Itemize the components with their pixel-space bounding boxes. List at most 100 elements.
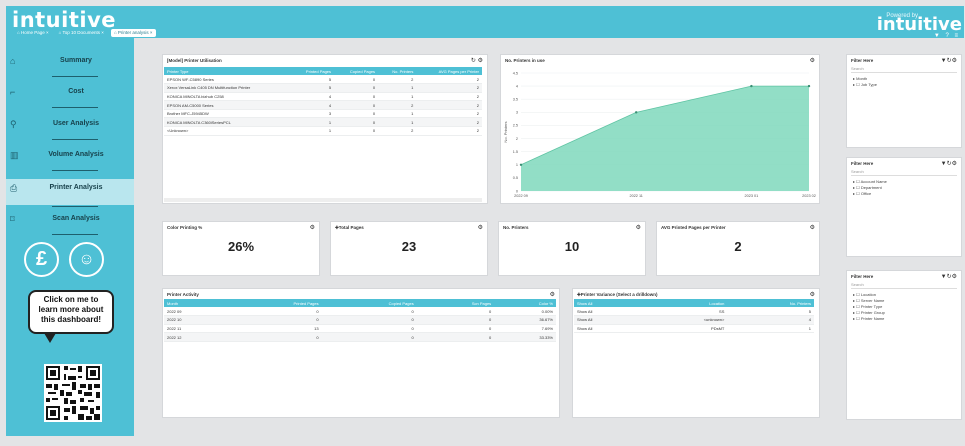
sidebar-item-cost[interactable]: ⌐ Cost: [6, 83, 134, 109]
gear-icon[interactable]: ⚙: [550, 291, 555, 298]
table-row[interactable]: Brother MFC-J5945DW 3 0 1 2: [164, 109, 482, 119]
filter-search-input[interactable]: Search: [851, 169, 957, 176]
gear-icon[interactable]: ⚙: [952, 161, 957, 167]
filter-search-input[interactable]: Search: [851, 66, 957, 73]
utilisation-column-header[interactable]: Printer Type: [164, 67, 291, 75]
table-cell: 0: [226, 332, 322, 342]
filter-item-label: Server Name: [860, 298, 885, 303]
table-row[interactable]: EPSON AM-C5000 Series 4 0 2 2: [164, 100, 482, 110]
panel-toolbar: ↻ ⚙: [471, 57, 483, 64]
kpi-label: No. Printers: [503, 225, 529, 230]
table-cell: Show All: [574, 307, 643, 317]
horizontal-scrollbar[interactable]: [164, 198, 482, 202]
sidebar-item-label: Scan Analysis: [52, 215, 100, 222]
sidebar-divider: [52, 170, 98, 171]
filter-item-label: Month: [856, 76, 868, 81]
table-row[interactable]: Show All SS 5: [574, 307, 814, 317]
variance-column-header[interactable]: No. Printers: [727, 299, 814, 307]
panel-title: No. Printers in use: [505, 58, 545, 63]
gear-icon[interactable]: ⚙: [636, 224, 641, 231]
gear-icon[interactable]: ⚙: [478, 224, 483, 231]
utilisation-column-header[interactable]: AVG Pages per Printer: [416, 67, 482, 75]
filter-item-label: Printer Name: [860, 316, 885, 321]
table-row[interactable]: 2022 12 0 0 0 33.33%: [164, 332, 556, 342]
help-icon[interactable]: ?: [945, 33, 950, 39]
table-row[interactable]: KONICA MINOLTA C360iSeriesPCL 1 0 1 2: [164, 117, 482, 128]
gear-icon[interactable]: ⚙: [810, 57, 815, 64]
utilisation-column-header[interactable]: No. Printers: [378, 67, 417, 75]
table-row[interactable]: EPSON WF-C5890 Series 5 0 2 2: [164, 75, 482, 85]
sidebar-item-user-analysis[interactable]: ⚲ User Analysis: [6, 115, 134, 141]
utilisation-column-header[interactable]: Copied Pages: [334, 67, 379, 75]
qr-code-icon[interactable]: [44, 364, 102, 422]
printer-icon: ⎙: [10, 183, 18, 193]
filter-search-input[interactable]: Search: [851, 282, 957, 289]
activity-column-header[interactable]: Scn Pages: [416, 299, 495, 307]
activity-column-header[interactable]: Color %: [494, 299, 556, 307]
gear-icon[interactable]: ⚙: [810, 291, 815, 298]
variance-column-header[interactable]: Location: [642, 299, 728, 307]
gear-icon[interactable]: ⚙: [952, 274, 957, 280]
filter-item[interactable]: ▸ ☐ Printer Type: [853, 304, 882, 309]
learn-more-bubble[interactable]: Click on me to learn more about this das…: [28, 290, 114, 334]
table-cell: 33.33%: [494, 332, 556, 342]
table-row[interactable]: Xerox VersaLink C405 DN Multifunction Pr…: [164, 83, 482, 93]
table-row[interactable]: 2022 10 0 0 0 36.67%: [164, 315, 556, 325]
filter-item[interactable]: ▸ ☐ Location: [853, 292, 876, 297]
table-row[interactable]: 2022 11 13 0 0 7.69%: [164, 324, 556, 334]
pound-badge-icon[interactable]: £: [24, 242, 59, 277]
variance-column-header[interactable]: Show All: [574, 299, 643, 307]
gear-icon[interactable]: ⚙: [478, 58, 483, 64]
gear-icon[interactable]: ⚙: [952, 58, 957, 64]
kpi-value: 26%: [227, 239, 255, 254]
filter-item[interactable]: ▸ ☐ Account Name: [853, 179, 887, 184]
table-row[interactable]: Show All <unknown> 4: [574, 315, 814, 325]
activity-column-header[interactable]: Month: [164, 299, 227, 307]
refresh-icon[interactable]: ↻: [471, 58, 476, 64]
filter-item[interactable]: ▸ ☐ Office: [853, 191, 871, 196]
table-cell: 0: [416, 324, 495, 334]
table-row[interactable]: 2022 09 0 0 0 0.00%: [164, 307, 556, 317]
menu-icon[interactable]: ≡: [954, 33, 960, 39]
table-row[interactable]: Show All PDsMT 1: [574, 324, 814, 334]
filter-item[interactable]: ▸ ☐ Printer Name: [853, 316, 884, 321]
sidebar-item-summary[interactable]: ⌂ Summary: [6, 52, 134, 78]
table-cell: 1: [378, 117, 417, 128]
breadcrumb-home[interactable]: ⌂ Home Page ×: [14, 29, 52, 37]
filter-item[interactable]: ▸ ☐ Server Name: [853, 298, 884, 303]
filter-item[interactable]: ▸ Month: [853, 76, 867, 81]
table-cell: 0: [334, 83, 379, 93]
gear-icon[interactable]: ⚙: [810, 224, 815, 231]
kpi-label: ✚Total Pages: [335, 225, 364, 231]
table-cell: 0: [334, 75, 379, 85]
breadcrumb-top-documents[interactable]: ⌂ Top 10 Documents ×: [56, 29, 107, 37]
utilisation-column-header[interactable]: Printed Pages: [290, 67, 335, 75]
brand-logo[interactable]: intuitive: [877, 14, 962, 35]
filter-icon[interactable]: ▼: [934, 33, 942, 39]
activity-column-header[interactable]: Copied Pages: [321, 299, 417, 307]
filter-toolbar: ▼↻⚙: [941, 273, 957, 280]
printer-utilisation-panel: [Model] Printer Utilisation ↻ ⚙ Printer …: [162, 54, 488, 204]
breadcrumb-printer-analysis[interactable]: ⌂ Printer analysis ×: [110, 29, 156, 37]
gear-icon[interactable]: ⚙: [310, 224, 315, 231]
table-cell: 0.00%: [494, 307, 556, 317]
sidebar-item-volume-analysis[interactable]: ▥ Volume Analysis: [6, 146, 134, 172]
table-cell: 7.69%: [494, 324, 556, 334]
activity-column-header[interactable]: Printed Pages: [226, 299, 322, 307]
data-point: [807, 84, 811, 88]
filter-item[interactable]: ▸ ☐ Department: [853, 185, 882, 190]
table-cell: 2022 09: [164, 307, 227, 317]
printer-activity-panel: Printer Activity ⚙ Month Printed Pages Cop…: [162, 288, 560, 418]
sidebar-divider: [52, 107, 98, 108]
filter-item[interactable]: ▸ ☐ Job Type: [853, 82, 877, 87]
data-point: [635, 111, 638, 114]
kpi-value: 2: [734, 239, 742, 254]
table-row[interactable]: KONICA MINOLTA bizhub C258 4 0 1 2: [164, 92, 482, 102]
app-frame: intuitive ⌂ Home Page × ⌂ Top 10 Documen…: [0, 0, 965, 446]
sidebar-item-scan-analysis[interactable]: ⌑ Scan Analysis: [6, 210, 134, 236]
worker-badge-icon[interactable]: ☺: [69, 242, 104, 277]
printer-variance-panel: ✚Printer Variance (Select a drilldown) ⚙…: [572, 288, 820, 418]
sidebar-item-printer-analysis[interactable]: ⎙ Printer Analysis: [6, 179, 134, 205]
table-row[interactable]: <Unknown> 1 0 2 2: [164, 126, 482, 136]
filter-item[interactable]: ▸ ☐ Printer Group: [853, 310, 885, 315]
